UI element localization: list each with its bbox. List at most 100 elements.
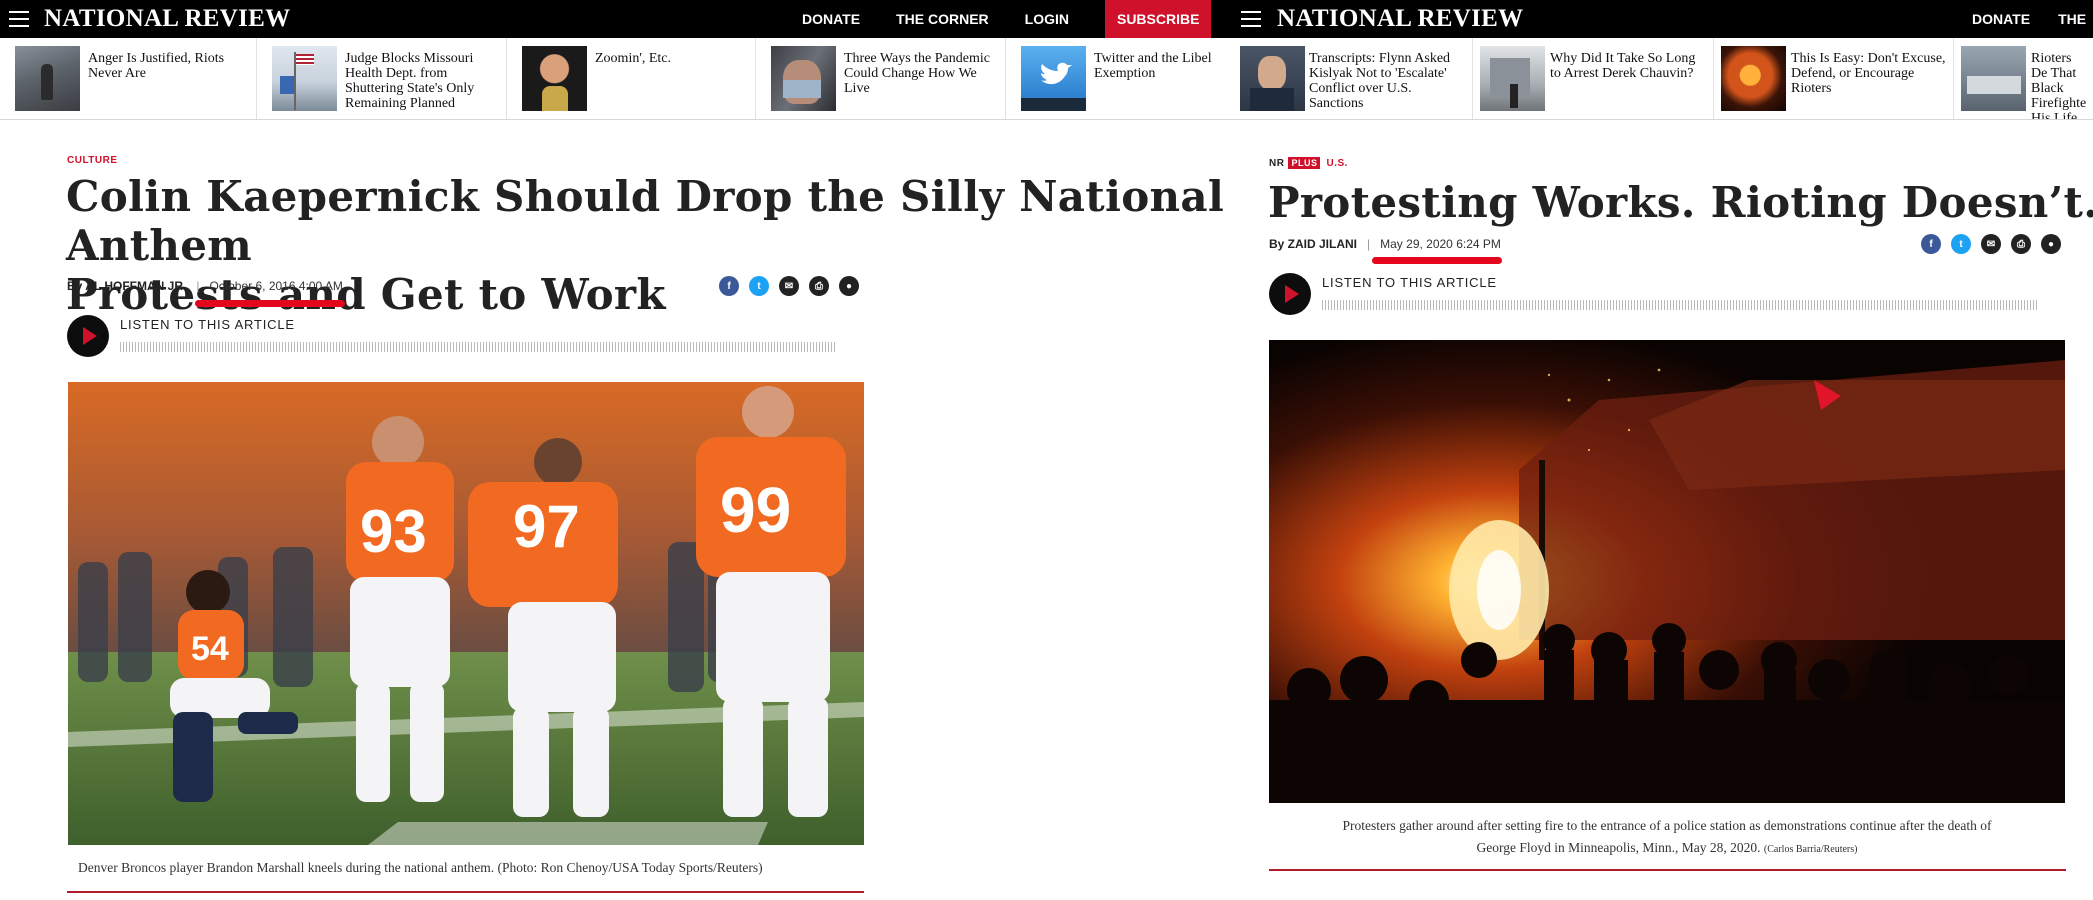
site-logo[interactable]: NATIONAL REVIEW (44, 3, 290, 35)
byline-separator: | (1367, 237, 1371, 251)
the-corner-link[interactable]: THE CORNER (896, 11, 989, 27)
login-link[interactable]: LOGIN (1025, 11, 1069, 27)
trending-strip: Anger Is Justified, Riots Never Are Judg… (0, 38, 1235, 120)
article-photo (1269, 340, 2065, 803)
twitter-bird-icon (1021, 62, 1086, 111)
thumbnail-image (1021, 46, 1086, 111)
play-icon[interactable] (1269, 273, 1311, 315)
jersey-number-label: 97 (513, 493, 580, 560)
nr-label: NR (1269, 157, 1285, 169)
red-underline-annotation (1372, 257, 1502, 264)
trending-title: Rioters De That Black Firefighte His Lif… (2031, 51, 2087, 119)
article-headline: Colin Kaepernick Should Drop the Silly N… (66, 172, 1226, 319)
publish-date: May 29, 2020 6:24 PM (1380, 237, 1501, 251)
section-kicker[interactable]: CULTURE (67, 155, 118, 166)
audio-waveform[interactable] (120, 342, 837, 352)
facebook-icon[interactable]: f (1921, 234, 1941, 254)
trending-title: Twitter and the Libel Exemption (1094, 51, 1212, 81)
article-photo: 54 93 97 99 (68, 382, 864, 845)
trending-item[interactable]: Transcripts: Flynn Asked Kislyak Not to … (1235, 38, 1473, 119)
right-article-window: NATIONAL REVIEW DONATE THE Transcripts: … (1235, 0, 2093, 900)
trending-title: Zoomin', Etc. (595, 51, 672, 66)
trending-item[interactable]: Twitter and the Libel Exemption (1006, 38, 1235, 119)
email-icon[interactable]: ✉ (779, 276, 799, 296)
thumbnail-image (771, 46, 836, 111)
nr-plus-badge[interactable]: PLUS (1288, 157, 1321, 169)
trending-item[interactable]: This Is Easy: Don't Excuse, Defend, or E… (1714, 38, 1954, 119)
audio-player: LISTEN TO THIS ARTICLE (1269, 273, 2069, 318)
trending-title: Judge Blocks Missouri Health Dept. from … (345, 51, 475, 111)
byline: By ZAID JILANI | May 29, 2020 6:24 PM (1269, 237, 1501, 251)
caption-line: Protesters gather around after setting f… (1342, 818, 1992, 833)
facebook-icon[interactable]: f (719, 276, 739, 296)
author-name[interactable]: By AL HOFFMAN JR. (67, 279, 186, 293)
trending-item[interactable]: Judge Blocks Missouri Health Dept. from … (257, 38, 507, 119)
article-divider (67, 891, 864, 893)
comment-icon[interactable]: ● (2041, 234, 2061, 254)
donate-link[interactable]: DONATE (1972, 11, 2030, 27)
thumbnail-image (1240, 46, 1305, 111)
thumbnail-image (15, 46, 80, 111)
thumbnail-image (522, 46, 587, 111)
trending-title: Transcripts: Flynn Asked Kislyak Not to … (1309, 51, 1451, 111)
byline: By AL HOFFMAN JR. | October 6, 2016 4:00… (67, 279, 343, 293)
email-icon[interactable]: ✉ (1981, 234, 2001, 254)
trending-item[interactable]: Why Did It Take So Long to Arrest Derek … (1473, 38, 1714, 119)
play-icon[interactable] (67, 315, 109, 357)
listen-label: LISTEN TO THIS ARTICLE (120, 317, 295, 332)
thumbnail-image (272, 46, 337, 111)
trending-item[interactable]: Three Ways the Pandemic Could Change How… (756, 38, 1006, 119)
top-nav-links: DONATE THE (1972, 0, 2093, 38)
trending-title: Three Ways the Pandemic Could Change How… (844, 51, 990, 96)
trending-item[interactable]: Rioters De That Black Firefighte His Lif… (1954, 38, 2093, 119)
trending-title: This Is Easy: Don't Excuse, Defend, or E… (1791, 51, 1946, 96)
trending-title: Why Did It Take So Long to Arrest Derek … (1550, 51, 1696, 81)
thumbnail-image (1480, 46, 1545, 111)
twitter-icon[interactable]: t (749, 276, 769, 296)
thumbnail-image (1721, 46, 1786, 111)
red-underline-annotation (195, 300, 345, 307)
section-link[interactable]: U.S. (1326, 158, 1347, 169)
subscribe-button[interactable]: SUBSCRIBE (1104, 0, 1212, 38)
audio-waveform[interactable] (1322, 300, 2039, 310)
photo-caption: Protesters gather around after setting f… (1269, 815, 2065, 861)
share-bar: f t ✉ ⎙ ● (719, 276, 869, 296)
top-navigation-bar: NATIONAL REVIEW DONATE THE (1235, 0, 2093, 38)
audio-player: LISTEN TO THIS ARTICLE (67, 315, 867, 360)
menu-icon[interactable] (1241, 11, 1261, 27)
donate-link[interactable]: DONATE (802, 11, 860, 27)
share-bar: f t ✉ ⎙ ● (1921, 234, 2071, 254)
trending-strip: Transcripts: Flynn Asked Kislyak Not to … (1235, 38, 2093, 120)
top-navigation-bar: NATIONAL REVIEW DONATE THE CORNER LOGIN … (0, 0, 1235, 38)
listen-label: LISTEN TO THIS ARTICLE (1322, 275, 1497, 290)
the-corner-link[interactable]: THE (2058, 11, 2086, 27)
print-icon[interactable]: ⎙ (2011, 234, 2031, 254)
comment-icon[interactable]: ● (839, 276, 859, 296)
trending-item[interactable]: Zoomin', Etc. (507, 38, 756, 119)
print-icon[interactable]: ⎙ (809, 276, 829, 296)
photo-credit: (Carlos Barria/Reuters) (1763, 844, 1858, 855)
byline-separator: | (196, 279, 200, 293)
top-nav-links: DONATE THE CORNER LOGIN SUBSCRIBE (802, 0, 1212, 38)
football-players-photo: 54 93 97 99 (68, 382, 864, 845)
trending-item[interactable]: Anger Is Justified, Riots Never Are (0, 38, 257, 119)
section-kicker: NR PLUS U.S. (1269, 157, 1348, 169)
burning-police-station-photo (1269, 340, 2065, 803)
caption-line: George Floyd in Minneapolis, Minn., May … (1269, 837, 2065, 861)
jersey-number-label: 54 (191, 630, 229, 668)
author-name[interactable]: By ZAID JILANI (1269, 237, 1357, 251)
site-logo[interactable]: NATIONAL REVIEW (1277, 3, 1523, 35)
trending-title: Anger Is Justified, Riots Never Are (88, 51, 225, 81)
jersey-number-label: 99 (720, 474, 791, 546)
photo-caption: Denver Broncos player Brandon Marshall k… (78, 860, 763, 875)
thumbnail-image (1961, 46, 2026, 111)
jersey-number-label: 93 (360, 498, 427, 565)
menu-icon[interactable] (9, 11, 29, 27)
headline-line: Colin Kaepernick Should Drop the Silly N… (66, 172, 1225, 270)
caption-text: George Floyd in Minneapolis, Minn., May … (1476, 840, 1761, 855)
article-divider (1269, 869, 2066, 871)
headline-line: Protests and Get to Work (66, 270, 666, 319)
article-headline: Protesting Works. Rioting Doesn’t. (1268, 178, 2093, 227)
left-article-window: NATIONAL REVIEW DONATE THE CORNER LOGIN … (0, 0, 1235, 900)
twitter-icon[interactable]: t (1951, 234, 1971, 254)
